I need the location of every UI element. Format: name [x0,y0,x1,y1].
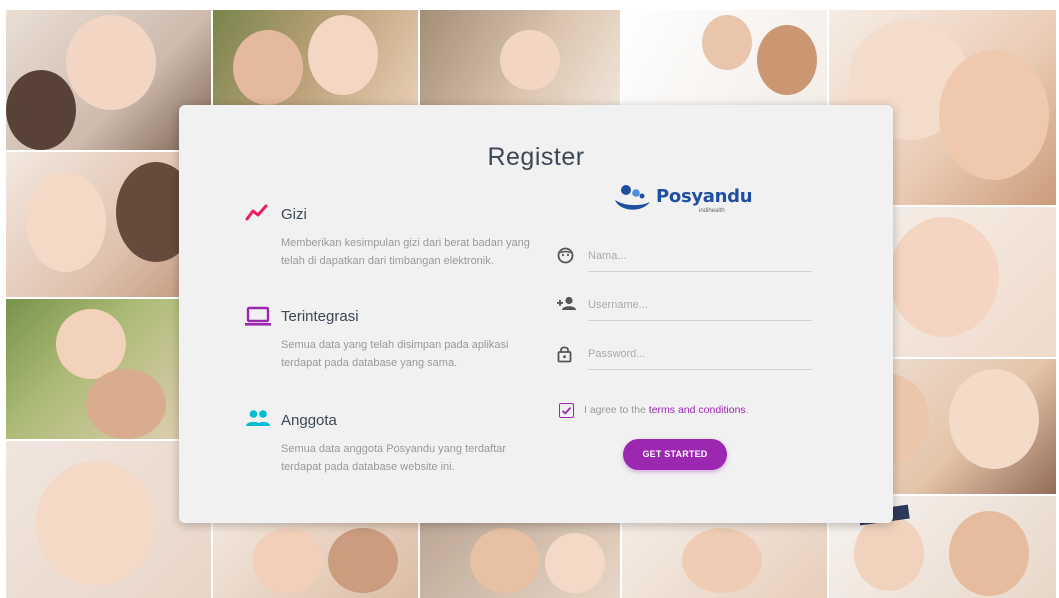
name-field [557,243,812,272]
feature-title: Terintegrasi [281,308,359,325]
terms-prefix: I agree to the [584,404,649,416]
terms-link[interactable]: terms and conditions [649,404,746,416]
terms-suffix: . [745,404,749,416]
page: Register Gizi Memberikan kesimpulan gizi… [0,0,1059,598]
feature-title: Anggota [281,412,337,429]
feature-terintegrasi: Terintegrasi Semua data yang telah disim… [245,305,535,375]
logo-text: Posyandu [656,186,753,207]
password-field [557,341,812,370]
logo-mark-icon [615,185,650,210]
terms-checkbox[interactable] [559,403,574,418]
feature-anggota: Anggota Semua data anggota Posyandu yang… [245,409,535,479]
logo-tagline: indihealth [699,208,725,214]
lock-icon [557,345,575,363]
feature-description: Semua data anggota Posyandu yang terdaft… [281,443,507,473]
name-input[interactable] [588,243,808,269]
feature-description: Semua data yang telah disimpan pada apli… [281,339,509,369]
terms-text: I agree to the terms and conditions. [584,404,749,416]
laptop-icon [245,305,273,329]
register-card: Register Gizi Memberikan kesimpulan gizi… [179,105,893,523]
posyandu-logo: Posyandu indihealth [612,180,753,218]
terms-agreement: I agree to the terms and conditions. [559,403,819,421]
username-field [557,292,812,321]
person-add-icon [557,296,576,314]
feature-gizi: Gizi Memberikan kesimpulan gizi dari ber… [245,203,535,273]
get-started-button[interactable]: GET STARTED [623,439,727,470]
check-icon [561,406,572,415]
feature-description: Memberikan kesimpulan gizi dari berat ba… [281,237,530,267]
group-icon [245,409,273,433]
trending-up-icon [245,203,273,227]
username-input[interactable] [588,292,808,318]
feature-title: Gizi [281,206,307,223]
face-icon [557,247,575,265]
password-input[interactable] [588,341,808,367]
page-title: Register [487,143,585,171]
